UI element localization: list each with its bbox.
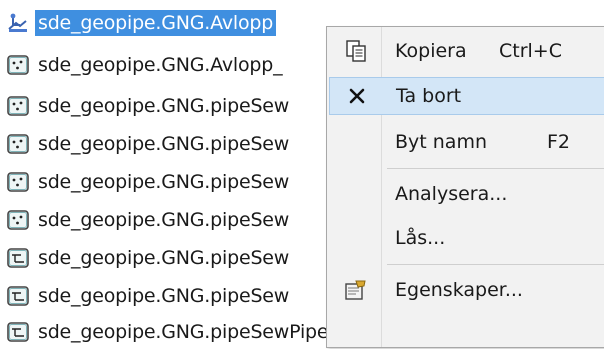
menu-item-label: Analysera... xyxy=(395,183,508,205)
tree-item-pipesew-partial[interactable]: sde_geopipe.GNG.pipeSewPipeParts xyxy=(6,315,378,349)
line-feature-class-icon xyxy=(6,246,30,270)
menu-item-label: Byt namn xyxy=(395,131,488,153)
tree-item-avlopp-points[interactable]: sde_geopipe.GNG.Avlopp_ xyxy=(6,48,285,82)
line-feature-class-icon xyxy=(6,320,30,344)
properties-icon xyxy=(343,277,369,303)
tree-item-pipesew-5[interactable]: sde_geopipe.GNG.pipeSew xyxy=(6,241,292,275)
menu-item-label: Egenskaper... xyxy=(395,279,523,301)
menu-separator xyxy=(387,168,604,169)
menu-item-ta-bort[interactable]: Ta bort xyxy=(329,77,604,115)
tree-item-label: sde_geopipe.GNG.pipeSew xyxy=(38,285,290,307)
menu-item-byt-namn[interactable]: Byt namn F2 xyxy=(329,123,604,161)
menu-item-shortcut: F2 xyxy=(547,131,571,153)
point-feature-class-icon xyxy=(6,170,30,194)
menu-separator xyxy=(387,264,604,265)
tree-item-pipesew-1[interactable]: sde_geopipe.GNG.pipeSew xyxy=(6,89,292,123)
point-feature-class-icon xyxy=(6,53,30,77)
tree-item-pipesew-6[interactable]: sde_geopipe.GNG.pipeSew xyxy=(6,279,292,313)
point-feature-class-icon xyxy=(6,132,30,156)
menu-item-kopiera[interactable]: Kopiera Ctrl+C xyxy=(329,32,604,70)
menu-item-egenskaper[interactable]: Egenskaper... xyxy=(329,271,604,309)
tree-item-pipesew-2[interactable]: sde_geopipe.GNG.pipeSew xyxy=(6,127,292,161)
copy-icon xyxy=(343,38,369,64)
tree-item-label: sde_geopipe.GNG.pipeSew xyxy=(38,247,290,269)
tree-item-label: sde_geopipe.GNG.pipeSew xyxy=(38,133,290,155)
tree-item-label: sde_geopipe.GNG.pipeSew xyxy=(38,209,290,231)
menu-item-shortcut: Ctrl+C xyxy=(499,40,562,62)
feature-dataset-icon xyxy=(6,11,30,35)
tree-item-label: sde_geopipe.GNG.pipeSew xyxy=(38,171,290,193)
point-feature-class-icon xyxy=(6,94,30,118)
menu-item-analysera[interactable]: Analysera... xyxy=(329,175,604,213)
delete-x-icon xyxy=(344,83,370,109)
line-feature-class-icon xyxy=(6,284,30,308)
menu-item-label: Lås... xyxy=(395,227,446,249)
point-feature-class-icon xyxy=(6,208,30,232)
context-menu: Kopiera Ctrl+C Ta bort Byt namn F2 Analy… xyxy=(326,26,604,348)
menu-item-las[interactable]: Lås... xyxy=(329,219,604,257)
tree-item-label: sde_geopipe.GNG.pipeSew xyxy=(38,95,290,117)
tree-item-label: sde_geopipe.GNG.Avlopp_ xyxy=(38,54,283,76)
menu-item-label: Kopiera xyxy=(395,40,467,62)
tree-item-label: sde_geopipe.GNG.Avlopp xyxy=(35,10,277,36)
tree-item-pipesew-4[interactable]: sde_geopipe.GNG.pipeSew xyxy=(6,203,292,237)
menu-item-label: Ta bort xyxy=(396,85,462,107)
tree-item-avlopp-dataset[interactable]: sde_geopipe.GNG.Avlopp xyxy=(6,6,277,40)
tree-item-pipesew-3[interactable]: sde_geopipe.GNG.pipeSew xyxy=(6,165,292,199)
